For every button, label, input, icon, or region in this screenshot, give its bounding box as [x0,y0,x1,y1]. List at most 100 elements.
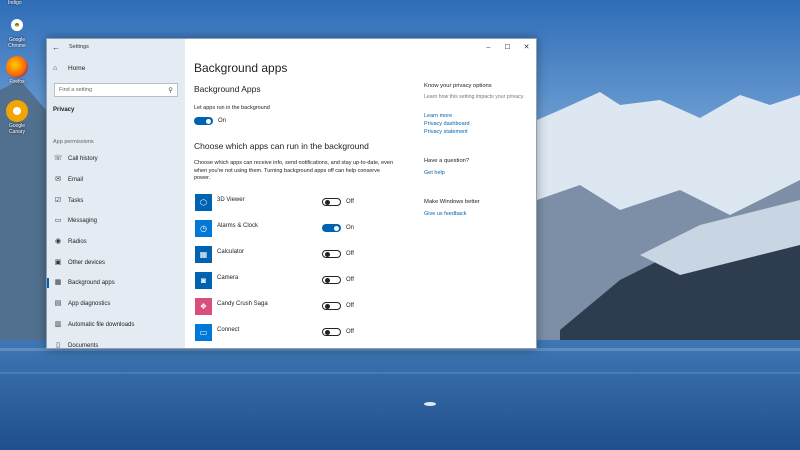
app-name: Alarms & Clock [217,223,259,229]
background-apps-icon: ▦ [54,279,62,287]
calculator-icon: ▦ [195,246,212,263]
app-row: ⬡ 3D Viewer Off [194,194,424,214]
email-icon: ✉ [55,176,61,184]
page-title: Background apps [194,61,288,75]
firefox-icon [6,56,28,78]
back-arrow-icon: ← [52,42,60,52]
section-title: Choose which apps can run in the backgro… [194,141,369,151]
app-toggle-state: Off [346,277,354,283]
app-toggle-state: Off [346,251,354,257]
toggle-knob [325,199,330,205]
app-toggle[interactable] [322,250,341,258]
desktop-shortcut-canary[interactable]: Google Canary [2,100,32,135]
learn-more-link[interactable]: Learn more [424,113,452,119]
back-button[interactable]: ← [47,39,65,55]
search-input[interactable]: Find a setting ⚲ [54,83,178,97]
sidebar-item-label: Messaging [68,218,98,225]
file-downloads-icon: ▥ [54,320,62,328]
3d-viewer-icon: ⬡ [195,194,212,211]
tasks-icon: ☑ [54,196,62,204]
desktop-shortcut-firefox[interactable]: Firefox [2,56,32,85]
sidebar-item-tasks[interactable]: ☑ Tasks [47,190,185,211]
search-icon: ⚲ [168,87,173,94]
app-toggle[interactable] [322,198,341,206]
sidebar-item-label: Automatic file downloads [68,321,135,328]
app-name: Connect [217,327,240,333]
sidebar-item-radios[interactable]: ◉ Radios [47,232,185,253]
app-row: ▭ Connect Off [194,324,424,344]
toggle-knob [325,251,330,257]
desktop-shortcut-chrome[interactable]: Google Chrome [2,14,32,49]
sidebar-group-label: App permissions [53,139,94,145]
privacy-dashboard-link[interactable]: Privacy dashboard [424,121,470,127]
app-toggle[interactable] [322,224,341,232]
privacy-statement-link[interactable]: Privacy statement [424,129,468,135]
privacy-options-text: Learn how this setting impacts your priv… [424,94,525,100]
desktop-top-label: Indigo [8,0,22,6]
window-title: Settings [69,44,89,50]
main-content: Background apps Background Apps Let apps… [194,39,424,348]
candy-crush-icon: ❖ [195,298,212,315]
sidebar-item-other-devices[interactable]: ▣ Other devices [47,252,185,273]
section-description: Choose which apps can receive info, send… [194,160,394,181]
app-toggle[interactable] [322,276,341,284]
home-icon: ⌂ [53,65,58,72]
get-help-link[interactable]: Get help [424,170,445,176]
app-toggle-row: Off [322,198,354,206]
app-toggle[interactable] [322,328,341,336]
search-placeholder: Find a setting [59,87,93,93]
master-toggle[interactable] [194,117,213,125]
sidebar-item-label: Tasks [68,197,84,204]
sidebar-item-label: Call history [68,156,98,163]
app-toggle-state: On [346,225,355,231]
give-feedback-link[interactable]: Give us feedback [424,211,467,217]
sidebar-item-email[interactable]: ✉ Email [47,170,185,191]
app-name: Candy Crush Saga [217,301,268,307]
app-toggle-row: Off [322,276,354,284]
settings-window: ⌂ Home Find a setting ⚲ Privacy App perm… [46,38,537,349]
sidebar-item-messaging[interactable]: ▭ Messaging [47,211,185,232]
app-toggle-row: Off [322,302,354,310]
sidebar-item-label: Radios [68,239,87,246]
toggle-knob [325,303,330,309]
sidebar-nav-list: ☏ Call history ✉ Email ☑ Tasks ▭ Messaging ◉ Radi… [47,149,185,349]
toggle-knob [325,277,330,283]
toggle-knob [334,225,339,231]
app-row: ◙ Camera Off [194,272,424,292]
sidebar-item-label: Other devices [68,259,106,266]
app-row: ❖ Candy Crush Saga Off [194,298,424,318]
alarms-clock-icon: ◷ [195,220,212,237]
app-name: 3D Viewer [217,197,245,203]
sidebar-item-call-history[interactable]: ☏ Call history [47,149,185,170]
sidebar-item-label: Background apps [68,280,115,287]
toggle-knob [325,329,330,335]
messaging-icon: ▭ [54,217,62,225]
camera-icon: ◙ [195,272,212,289]
sidebar-item-home[interactable]: ⌂ Home [53,65,85,72]
app-name: Camera [217,275,239,281]
privacy-options-heading: Know your privacy options [424,83,492,89]
app-row: ▦ Calculator Off [194,246,424,266]
app-toggle[interactable] [322,302,341,310]
connect-icon: ▭ [195,324,212,341]
toggle-knob [206,118,211,124]
feedback-heading: Make Windows better [424,199,480,205]
sidebar-item-label: App diagnostics [68,301,111,308]
app-toggle-state: Off [346,329,354,335]
app-toggle-row: Off [322,328,354,336]
sidebar-item-background-apps[interactable]: ▦ Background apps [47,273,185,294]
chrome-icon [6,14,28,36]
sidebar-item-label: Email [68,177,84,184]
sidebar-item-label: Documents [68,342,99,349]
canary-icon [6,100,28,122]
master-toggle-row: On [194,117,226,125]
app-diagnostics-icon: ▤ [54,300,62,308]
sidebar-item-app-diagnostics[interactable]: ▤ App diagnostics [47,294,185,315]
home-label: Home [68,65,86,72]
sidebar-item-documents[interactable]: ▯ Documents [47,335,185,349]
sidebar-item-automatic-file-downloads[interactable]: ▥ Automatic file downloads [47,315,185,336]
app-toggle-row: On [322,224,354,232]
app-name: Calculator [217,249,245,255]
master-toggle-state: On [218,118,227,124]
other-devices-icon: ▣ [54,258,62,266]
